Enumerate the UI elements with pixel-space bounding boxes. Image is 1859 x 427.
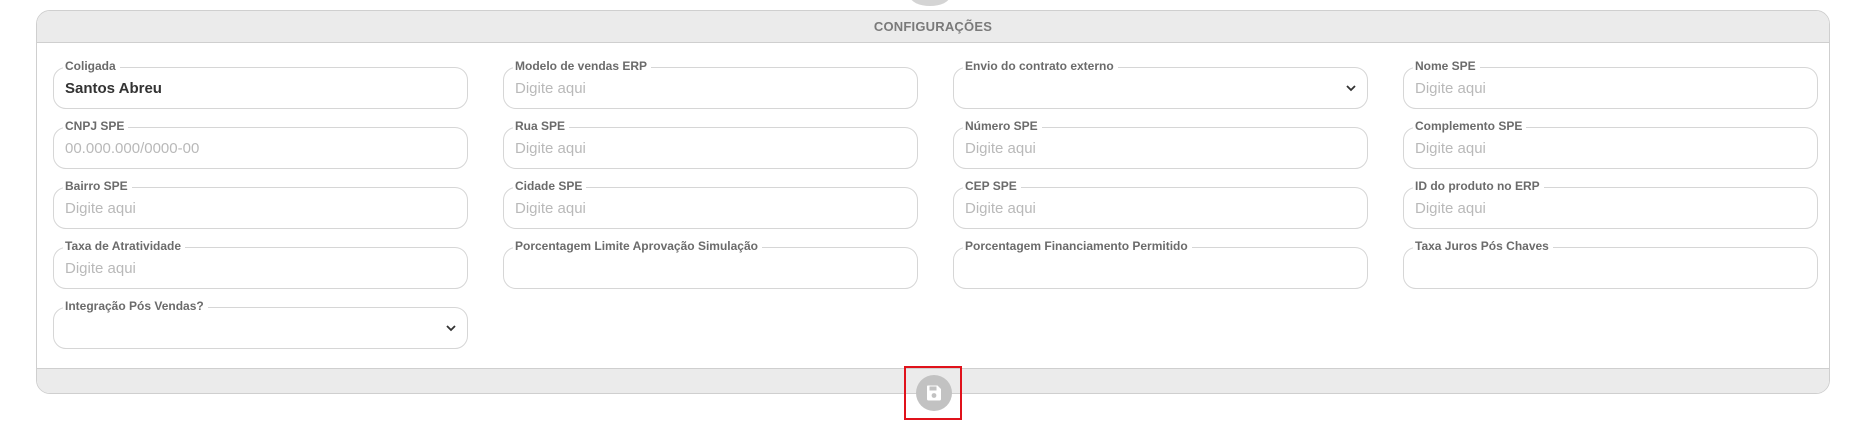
floppy-disk-icon (926, 385, 941, 401)
field-placeholder: 00.000.000/0000-00 (65, 140, 200, 157)
field-value: Santos Abreu (65, 80, 162, 97)
field-bairro-spe[interactable]: Bairro SPE Digite aqui (53, 179, 468, 229)
field-porcentagem-limite-aprovacao-simulacao[interactable]: Porcentagem Limite Aprovação Simulação (503, 239, 918, 289)
field-numero-spe[interactable]: Número SPE Digite aqui (953, 119, 1368, 169)
field-label: Envio do contrato externo (963, 59, 1118, 73)
field-nome-spe[interactable]: Nome SPE Digite aqui (1403, 59, 1818, 109)
field-complemento-spe[interactable]: Complemento SPE Digite aqui (1403, 119, 1818, 169)
settings-form-grid: Coligada Santos Abreu Modelo de vendas ERP… (53, 59, 1818, 349)
field-label: Nome SPE (1413, 59, 1480, 73)
field-placeholder: Digite aqui (515, 80, 586, 97)
field-placeholder: Digite aqui (965, 200, 1036, 217)
field-taxa-de-atratividade[interactable]: Taxa de Atratividade Digite aqui (53, 239, 468, 289)
field-cidade-spe[interactable]: Cidade SPE Digite aqui (503, 179, 918, 229)
field-label: Modelo de vendas ERP (513, 59, 652, 73)
field-modelo-de-vendas-erp[interactable]: Modelo de vendas ERP Digite aqui (503, 59, 918, 109)
field-label: CNPJ SPE (63, 119, 129, 133)
field-taxa-juros-pos-chaves[interactable]: Taxa Juros Pós Chaves (1403, 239, 1818, 289)
field-placeholder: Digite aqui (515, 140, 586, 157)
top-scroll-nub (910, 0, 950, 6)
field-placeholder: Digite aqui (65, 260, 136, 277)
field-label: Rua SPE (513, 119, 570, 133)
field-label: Porcentagem Limite Aprovação Simulação (513, 239, 762, 253)
select-integracao-pos-vendas[interactable]: Integração Pós Vendas? (53, 299, 468, 349)
field-cnpj-spe[interactable]: CNPJ SPE 00.000.000/0000-00 (53, 119, 468, 169)
field-porcentagem-financiamento-permitido[interactable]: Porcentagem Financiamento Permitido (953, 239, 1368, 289)
field-placeholder: Digite aqui (965, 140, 1036, 157)
field-label: Porcentagem Financiamento Permitido (963, 239, 1192, 253)
select-envio-do-contrato-externo[interactable]: Envio do contrato externo (953, 59, 1368, 109)
field-label: Coligada (63, 59, 120, 73)
field-label: Número SPE (963, 119, 1042, 133)
field-label: ID do produto no ERP (1413, 179, 1544, 193)
field-label: Complemento SPE (1413, 119, 1527, 133)
field-id-do-produto-no-erp[interactable]: ID do produto no ERP Digite aqui (1403, 179, 1818, 229)
field-label: Integração Pós Vendas? (63, 299, 208, 313)
field-placeholder: Digite aqui (65, 200, 136, 217)
configuracoes-panel: CONFIGURAÇÕES Coligada Santos Abreu Modelo… (36, 10, 1830, 394)
field-label: Taxa Juros Pós Chaves (1413, 239, 1553, 253)
chevron-down-icon (1346, 85, 1356, 92)
panel-header: CONFIGURAÇÕES (37, 11, 1829, 43)
panel-title: CONFIGURAÇÕES (873, 19, 993, 34)
chevron-down-icon (446, 325, 456, 332)
field-label: Cidade SPE (513, 179, 587, 193)
field-coligada[interactable]: Coligada Santos Abreu (53, 59, 468, 109)
field-placeholder: Digite aqui (1415, 200, 1486, 217)
field-placeholder: Digite aqui (1415, 80, 1486, 97)
field-cep-spe[interactable]: CEP SPE Digite aqui (953, 179, 1368, 229)
field-placeholder: Digite aqui (1415, 140, 1486, 157)
save-button[interactable] (916, 375, 952, 411)
field-placeholder: Digite aqui (515, 200, 586, 217)
field-rua-spe[interactable]: Rua SPE Digite aqui (503, 119, 918, 169)
field-label: Bairro SPE (63, 179, 132, 193)
field-label: CEP SPE (963, 179, 1021, 193)
field-label: Taxa de Atratividade (63, 239, 186, 253)
